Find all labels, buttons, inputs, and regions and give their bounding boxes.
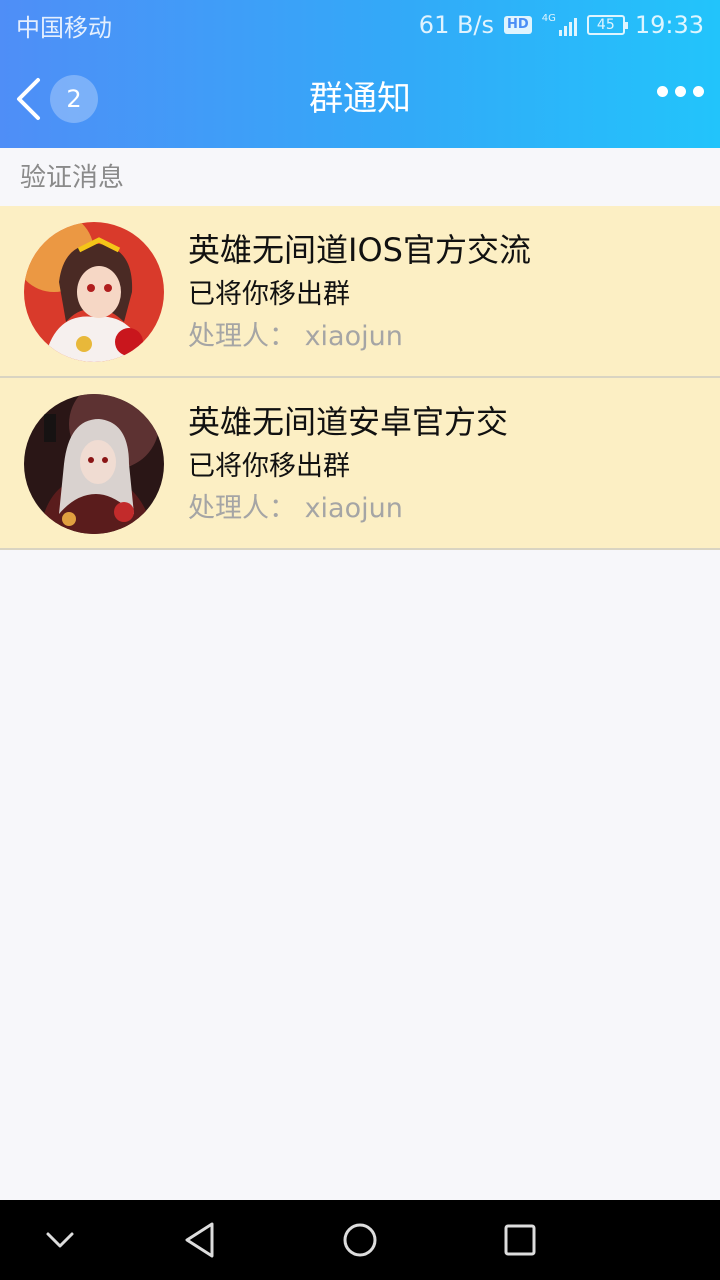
signal-icon: 4G: [542, 14, 577, 36]
hd-badge: HD: [504, 16, 532, 34]
carrier-label: 中国移动: [16, 13, 112, 42]
screen: 中国移动 61 B/s HD 4G 45 19:33 2 群通知 验证消息 英雄…: [0, 0, 720, 1280]
clock: 19:33: [634, 11, 704, 39]
battery-level: 45: [596, 17, 615, 33]
triangle-back-icon: [185, 1222, 214, 1258]
nav-home-button[interactable]: [340, 1216, 380, 1268]
nav-back-button[interactable]: [182, 1216, 218, 1268]
nav-collapse-button[interactable]: [44, 1216, 76, 1268]
title-bar: 2 群通知: [0, 50, 720, 148]
notification-message: 已将你移出群: [188, 279, 350, 310]
notification-list: 英雄无间道IOS官方交流 已将你移出群 处理人： xiaojun 英雄无间道安卓…: [0, 206, 720, 550]
nav-recents-button[interactable]: [502, 1216, 538, 1268]
handler-text: 处理人： xiaojun: [188, 493, 403, 524]
avatar-image: [24, 394, 164, 534]
section-label: 验证消息: [20, 163, 125, 193]
battery-icon: 45: [586, 15, 628, 35]
notification-item[interactable]: 英雄无间道IOS官方交流 已将你移出群 处理人： xiaojun: [0, 206, 720, 378]
square-recents-icon: [504, 1224, 536, 1256]
status-indicators: 61 B/s HD 4G 45 19:33: [419, 11, 704, 39]
group-avatar[interactable]: [24, 394, 164, 534]
status-bar: 中国移动 61 B/s HD 4G 45 19:33: [0, 0, 720, 50]
circle-home-icon: [343, 1223, 377, 1257]
more-button[interactable]: [657, 86, 704, 97]
chevron-down-icon: [46, 1232, 74, 1248]
network-type: 4G: [541, 13, 556, 24]
page-title: 群通知: [309, 79, 411, 119]
group-name: 英雄无间道安卓官方交: [188, 403, 509, 441]
handler-text: 处理人： xiaojun: [188, 321, 403, 352]
avatar-image: [24, 222, 164, 362]
network-speed: 61 B/s: [418, 11, 495, 39]
group-name: 英雄无间道IOS官方交流: [188, 231, 531, 269]
notification-item[interactable]: 英雄无间道安卓官方交 已将你移出群 处理人： xiaojun: [0, 378, 720, 550]
system-nav-bar: [0, 1200, 720, 1280]
app-header: 中国移动 61 B/s HD 4G 45 19:33 2 群通知: [0, 0, 720, 148]
more-dots-icon: [657, 86, 668, 97]
notification-message: 已将你移出群: [188, 451, 350, 482]
group-avatar[interactable]: [24, 222, 164, 362]
